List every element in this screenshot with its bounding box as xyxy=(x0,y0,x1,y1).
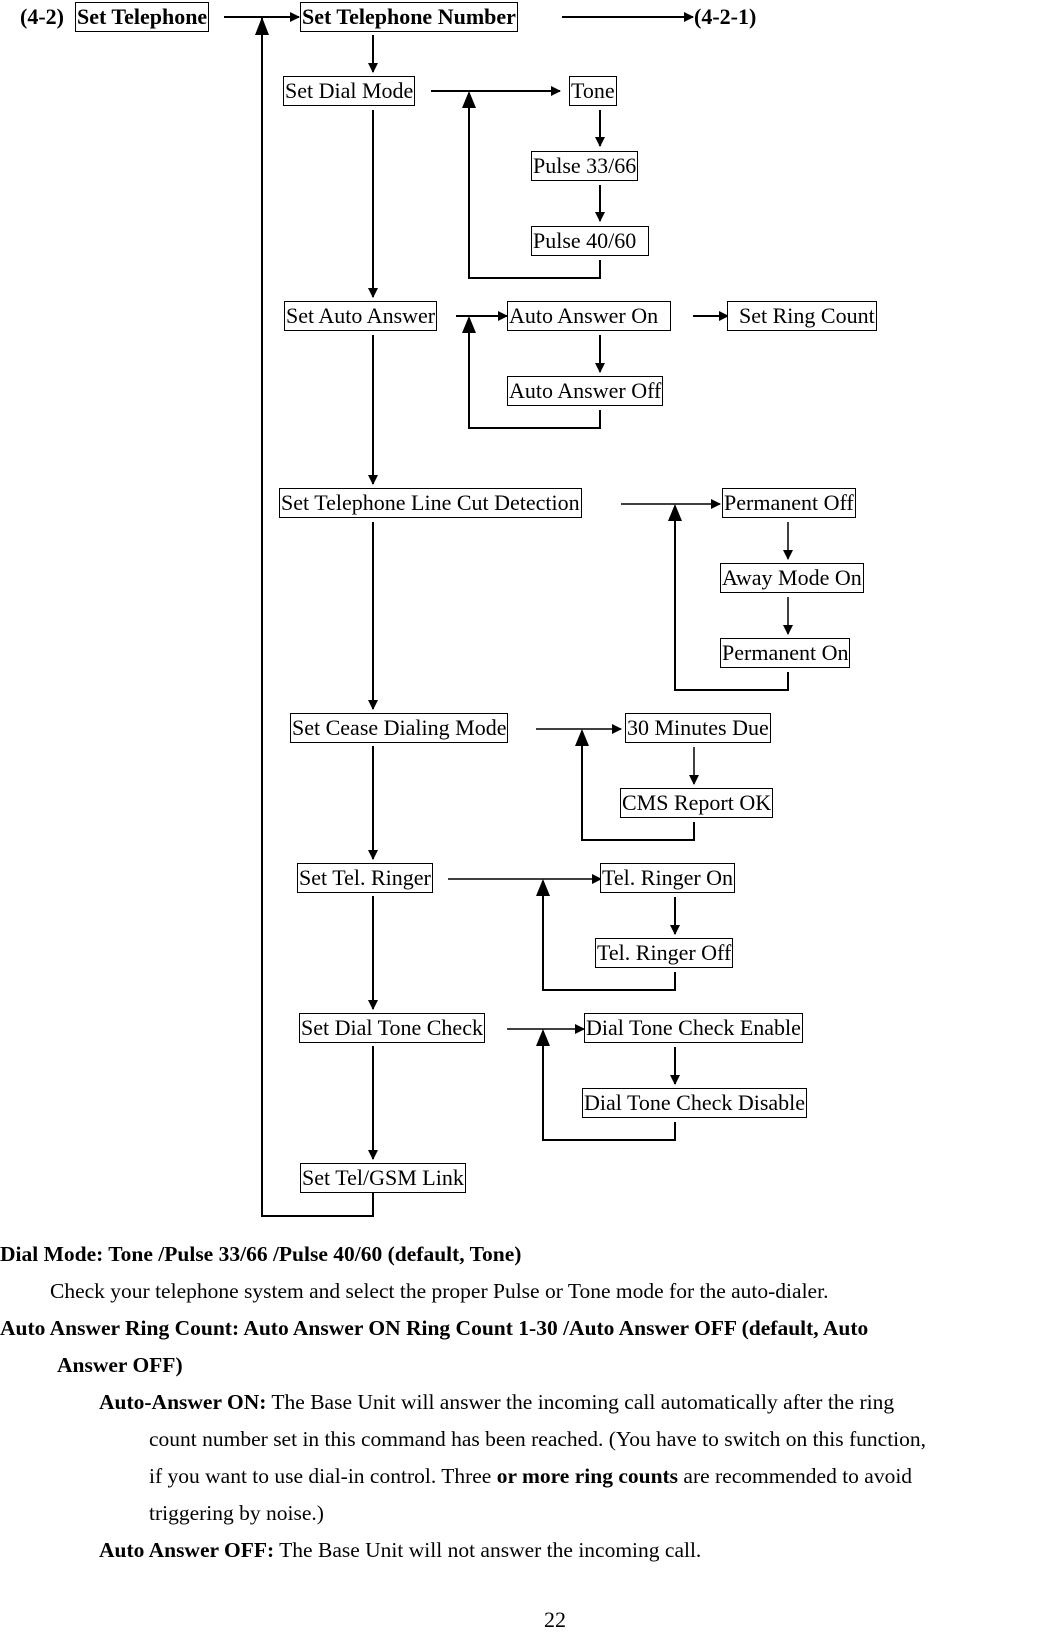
node-30-minutes-due: 30 Minutes Due xyxy=(625,713,771,743)
node-dial-tone-check-enable: Dial Tone Check Enable xyxy=(584,1013,803,1043)
auto-answer-on-para-line4: triggering by noise.) xyxy=(149,1501,324,1525)
node-dial-tone-check-disable: Dial Tone Check Disable xyxy=(582,1088,808,1118)
auto-answer-on-para-line3: if you want to use dial-in control. Thre… xyxy=(149,1462,912,1490)
auto-answer-on-para-line1: Auto-Answer ON: The Base Unit will answe… xyxy=(99,1388,894,1416)
text-fragment: are recommended to avoid xyxy=(678,1464,913,1488)
node-away-mode-on: Away Mode On xyxy=(720,563,864,593)
next-section-ref: (4-2-1) xyxy=(694,4,757,29)
page-number: 22 xyxy=(544,1607,566,1632)
node-set-dial-mode: Set Dial Mode xyxy=(283,76,416,106)
auto-answer-on-text: The Base Unit will answer the incoming c… xyxy=(266,1390,895,1414)
node-set-telephone-number: Set Telephone Number xyxy=(300,2,518,32)
node-set-cease-dialing-mode: Set Cease Dialing Mode xyxy=(290,713,509,743)
node-tel-ringer-off: Tel. Ringer Off xyxy=(595,938,734,968)
emphasis-ring-counts: or more ring counts xyxy=(496,1464,679,1488)
section-label: (4-2) xyxy=(20,4,64,29)
node-set-tel-gsm-link: Set Tel/GSM Link xyxy=(300,1163,466,1193)
node-permanent-off: Permanent Off xyxy=(722,488,856,518)
node-tone: Tone xyxy=(569,76,617,106)
node-set-dial-tone-check: Set Dial Tone Check xyxy=(299,1013,485,1043)
node-cms-report-ok: CMS Report OK xyxy=(620,788,774,818)
auto-answer-on-para-line2: count number set in this command has bee… xyxy=(149,1427,927,1451)
node-set-tel-ringer: Set Tel. Ringer xyxy=(297,863,433,893)
dial-mode-heading: Dial Mode: Tone /Pulse 33/66 /Pulse 40/6… xyxy=(0,1242,522,1266)
auto-answer-on-label: Auto-Answer ON: xyxy=(99,1390,267,1414)
node-set-ring-count: Set Ring Count xyxy=(727,301,877,331)
node-pulse-33-66: Pulse 33/66 xyxy=(531,151,639,181)
auto-answer-off-label: Auto Answer OFF: xyxy=(99,1538,275,1562)
auto-answer-off-text: The Base Unit will not answer the incomi… xyxy=(274,1538,702,1562)
text-fragment: if you want to use dial-in control. Thre… xyxy=(149,1464,497,1488)
node-set-line-cut-detection: Set Telephone Line Cut Detection xyxy=(279,488,582,518)
auto-answer-heading-line2: Answer OFF) xyxy=(57,1353,183,1377)
node-set-telephone: Set Telephone xyxy=(75,2,210,32)
node-tel-ringer-on: Tel. Ringer On xyxy=(600,863,736,893)
auto-answer-off-para: Auto Answer OFF: The Base Unit will not … xyxy=(99,1536,701,1564)
auto-answer-heading-line1: Auto Answer Ring Count: Auto Answer ON R… xyxy=(0,1316,869,1340)
node-pulse-40-60: Pulse 40/60 xyxy=(531,226,650,256)
dial-mode-description: Check your telephone system and select t… xyxy=(50,1279,829,1303)
node-permanent-on: Permanent On xyxy=(720,638,851,668)
node-set-auto-answer: Set Auto Answer xyxy=(284,301,438,331)
node-auto-answer-off: Auto Answer Off xyxy=(507,376,664,406)
node-auto-answer-on: Auto Answer On xyxy=(507,301,672,331)
